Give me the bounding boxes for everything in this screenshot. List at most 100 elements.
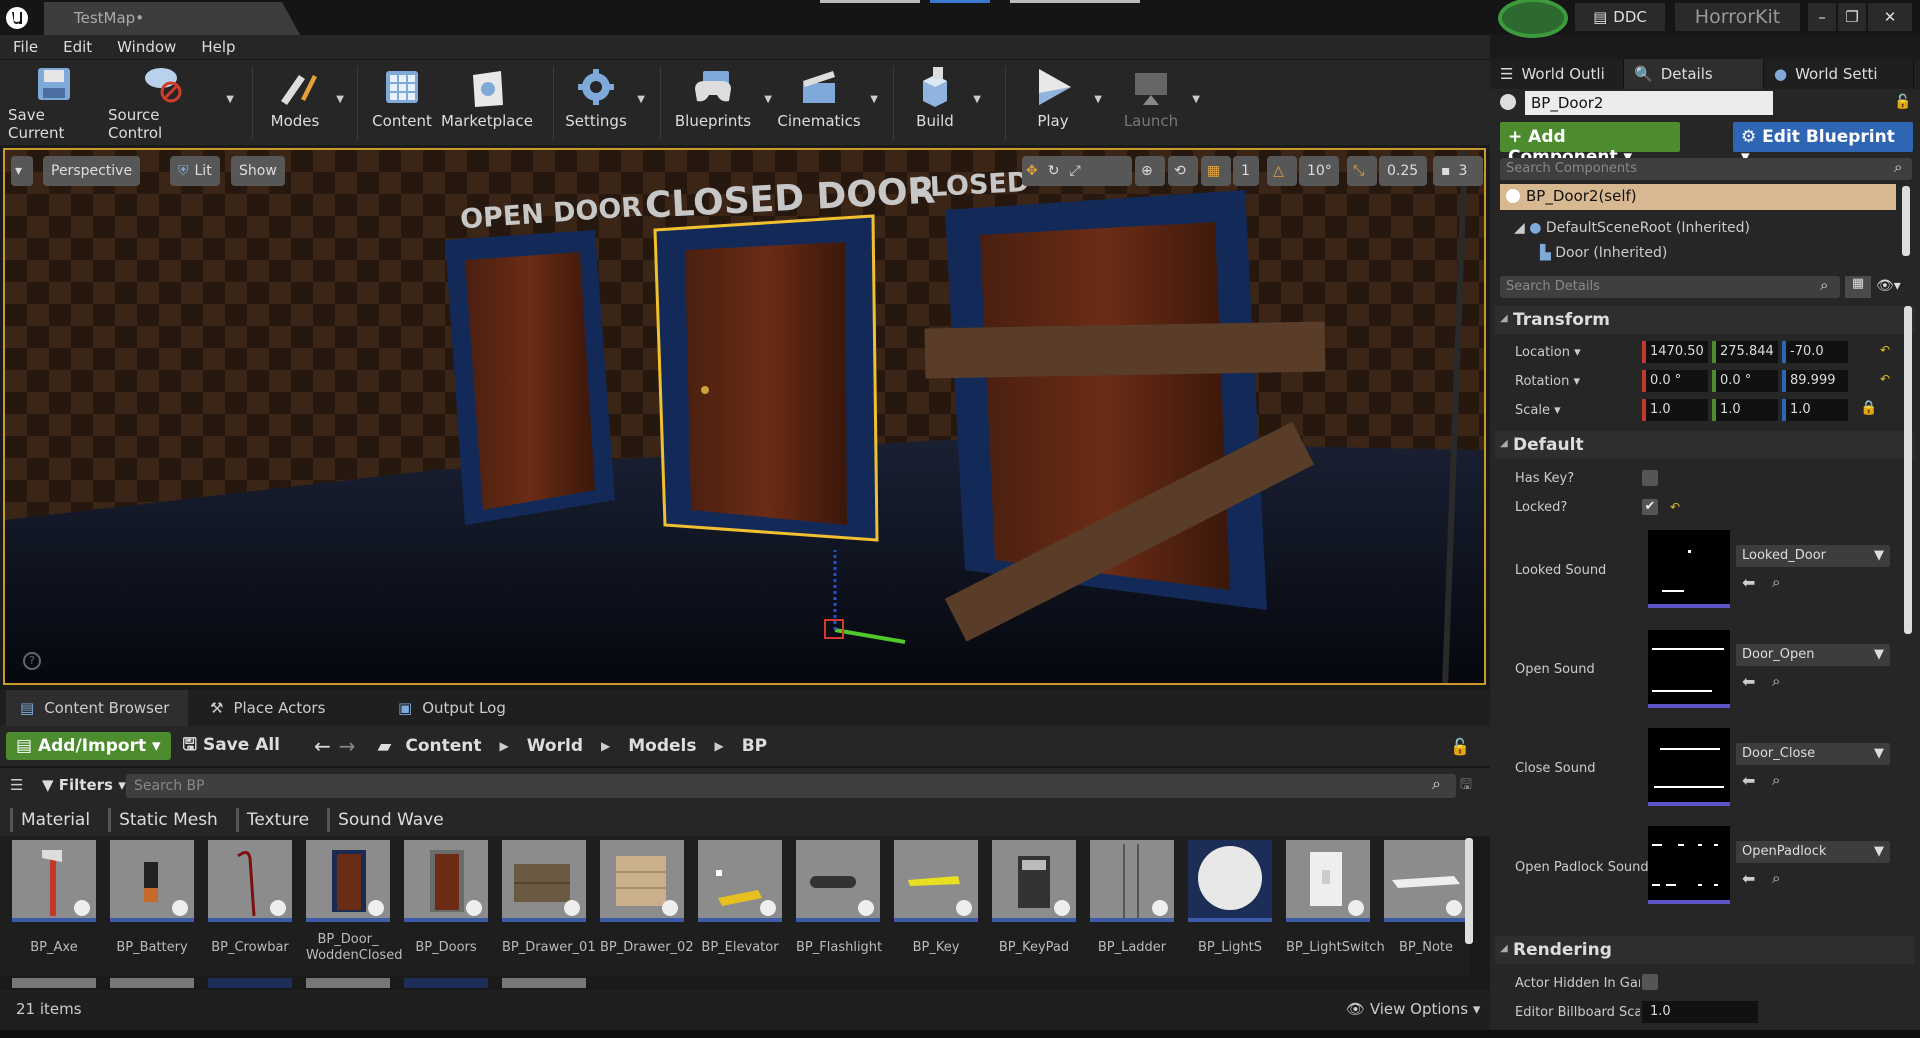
use-selected-arrow-icon[interactable]: ⬅ [1742,573,1755,592]
maximize-icon[interactable]: ❐ [1838,3,1866,31]
help-icon[interactable]: ? [23,652,41,670]
search-icon[interactable]: ⌕ [1894,158,1902,176]
rotation-y-field[interactable]: 0.0 ° [1712,370,1778,392]
settings-button[interactable]: Settings ▼ [563,62,645,142]
scale-y-field[interactable]: 1.0 [1712,399,1778,421]
components-scrollbar[interactable] [1902,186,1910,256]
browse-search-icon[interactable]: ⌕ [1772,573,1780,591]
menu-window[interactable]: Window [104,35,188,59]
search-icon[interactable]: ⌕ [1432,774,1441,794]
source-control-button[interactable]: Source Control ▼ [108,62,234,142]
blueprints-button[interactable]: Blueprints ▼ [670,62,772,142]
asset-tile[interactable]: BP_Doors [404,840,488,956]
lock-selection-icon[interactable]: 🔓 [1894,94,1911,110]
world-local-icon[interactable]: ⊕ [1135,156,1165,186]
transform-section-header[interactable]: Transform [1495,306,1915,334]
tab-details[interactable]: 🔍 Details [1624,59,1764,89]
back-arrow-icon[interactable]: ← [314,734,331,758]
edit-blueprint-button[interactable]: ⚙ Edit Blueprint ▾ [1733,122,1913,167]
cinematics-button[interactable]: Cinematics ▼ [776,62,878,142]
show-button[interactable]: Show [231,156,285,186]
component-tree-self[interactable]: BP_Door2(self) [1500,184,1896,210]
blueprints-dropdown-icon[interactable]: ▼ [764,94,772,105]
surface-snap-icon[interactable]: ⟲ [1168,156,1198,186]
scale-snap-icon[interactable]: ⤡ [1347,156,1377,186]
tab-content-browser[interactable]: ▤ Content Browser [6,690,188,726]
ddc-button[interactable]: ▤ DDC [1575,3,1665,31]
component-tree-root[interactable]: ◢ ● DefaultSceneRoot (Inherited) [1514,220,1750,236]
use-selected-arrow-icon[interactable]: ⬅ [1742,672,1755,691]
has-key-checkbox[interactable] [1642,470,1658,486]
asset-tile[interactable]: BP_KeyPad [992,840,1076,956]
chip-material[interactable]: Material [10,808,98,832]
reset-locked-icon[interactable]: ↶ [1670,500,1680,514]
open-sound-select[interactable]: Door_Open ▼ [1736,644,1890,666]
breadcrumb-bp[interactable]: BP [742,736,767,756]
breadcrumb-world[interactable]: World [527,736,583,756]
actor-name-field[interactable]: BP_Door2 [1525,91,1773,115]
settings-dropdown-icon[interactable]: ▼ [637,94,645,105]
scale-lock-icon[interactable]: 🔒 [1860,400,1877,416]
rotate-tool-icon[interactable]: ↻ [1048,163,1060,179]
menu-help[interactable]: Help [188,35,247,59]
rotation-x-field[interactable]: 0.0 ° [1642,370,1708,392]
play-button[interactable]: Play ▼ [1020,62,1102,142]
tab-world-outliner[interactable]: ☰ World Outli [1490,59,1624,89]
scale-x-field[interactable]: 1.0 [1642,399,1708,421]
lock-icon[interactable]: 🔓 [1450,737,1470,756]
looked-sound-select[interactable]: Looked_Door ▼ [1736,545,1890,567]
scale-tool-icon[interactable]: ⤢ [1069,163,1080,179]
open-padlock-sound-select[interactable]: OpenPadlock ▼ [1736,841,1890,863]
billboard-scale-field[interactable]: 1.0 [1642,1001,1758,1023]
close-sound-select[interactable]: Door_Close ▼ [1736,743,1890,765]
view-options-button[interactable]: 👁 View Options ▾ [1346,1000,1480,1018]
build-dropdown-icon[interactable]: ▼ [973,94,981,105]
chip-static-mesh[interactable]: Static Mesh [108,808,226,832]
unreal-logo-icon[interactable] [0,0,34,35]
location-label[interactable]: Location ▾ [1515,345,1581,360]
details-scrollbar[interactable] [1904,306,1912,634]
menu-file[interactable]: File [0,35,50,59]
close-icon[interactable]: ✕ [1868,3,1912,31]
location-y-field[interactable]: 275.844 [1712,341,1778,363]
default-section-header[interactable]: Default [1495,431,1915,459]
rotation-z-field[interactable]: 89.999 [1782,370,1848,392]
asset-tile[interactable]: BP_Door_ WoddenClosed [306,840,402,964]
save-search-icon[interactable]: 🖫 [1460,774,1472,798]
location-x-field[interactable]: 1470.50 [1642,341,1708,363]
rotation-label[interactable]: Rotation ▾ [1515,374,1580,389]
scale-label[interactable]: Scale ▾ [1515,403,1561,418]
scale-z-field[interactable]: 1.0 [1782,399,1848,421]
scale-snap-value[interactable]: 0.25 [1379,156,1427,186]
level-viewport[interactable]: OPEN DOOR CLOSED DOOR CLOSED ▾ Perspecti… [3,148,1486,685]
rotation-snap-value[interactable]: 10° [1299,156,1339,186]
asset-tile[interactable]: BP_Crowbar [208,840,292,956]
asset-tile[interactable]: BP_Ladder [1090,840,1174,956]
tab-world-settings[interactable]: ● World Setti [1764,59,1914,89]
asset-tile[interactable]: BP_Drawer_01 [502,840,596,956]
camera-speed-button[interactable]: ▪ 3 [1433,156,1483,186]
browse-search-icon[interactable]: ⌕ [1772,869,1780,887]
save-all-button[interactable]: 🖫 Save All [183,732,280,761]
reset-rotation-icon[interactable]: ↶ [1880,372,1890,386]
minimize-icon[interactable]: – [1808,3,1836,31]
modes-dropdown-icon[interactable]: ▼ [336,94,344,105]
forward-arrow-icon[interactable]: → [339,734,356,758]
filters-button[interactable]: ▼ Filters ▾ [42,776,126,794]
asset-tile[interactable]: BP_Drawer_02 [600,840,694,956]
launch-button[interactable]: Launch ▼ [1118,62,1200,142]
marketplace-button[interactable]: Marketplace [441,62,533,142]
level-tab[interactable]: TestMap• [44,2,300,35]
property-matrix-icon[interactable]: ▦ [1845,276,1871,298]
lit-button[interactable]: ⛨ Lit [170,156,220,186]
sources-toggle-icon[interactable]: ☰ [10,776,23,794]
breadcrumb-content[interactable]: Content [405,736,481,756]
rotation-snap-icon[interactable]: △ [1267,156,1297,186]
content-button[interactable]: Content [367,62,437,142]
play-dropdown-icon[interactable]: ▼ [1094,94,1102,105]
launch-dropdown-icon[interactable]: ▼ [1192,94,1200,105]
add-import-button[interactable]: ▤ Add/Import ▾ [6,732,171,760]
use-selected-arrow-icon[interactable]: ⬅ [1742,771,1755,790]
save-current-button[interactable]: Save Current [8,62,100,142]
chip-sound-wave[interactable]: Sound Wave [327,808,452,832]
